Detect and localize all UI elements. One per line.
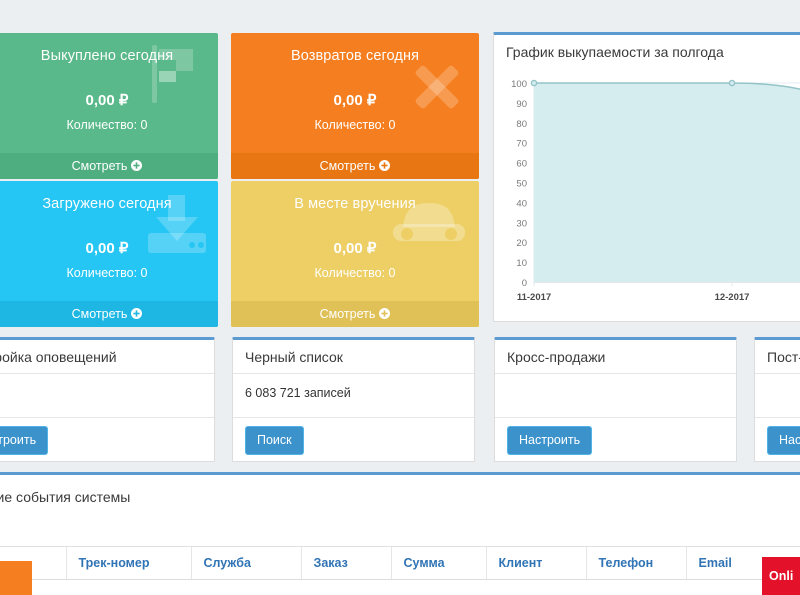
events-column-header[interactable]: Заказ (301, 547, 392, 580)
card-body (0, 374, 214, 418)
search-button-blacklist[interactable]: Поиск (245, 426, 304, 455)
chart-panel-title: График выкупаемости за полгода (506, 44, 724, 60)
svg-text:10: 10 (516, 258, 527, 269)
card-title: Пост- (755, 340, 800, 374)
kpi-tile-body: Возвратов сегодня 0,00 ₽ Количество: 0 (231, 33, 479, 153)
kpi-tile-body: В месте вручения 0,00 ₽ Количество: 0 (231, 181, 479, 301)
events-panel-title: следние события системы (0, 489, 131, 505)
svg-text:100: 100 (511, 79, 527, 90)
checkered-flag-icon (148, 43, 212, 110)
redemption-chart-panel: График выкупаемости за полгода 0 10 20 30 40… (493, 32, 800, 322)
card-blacklist: Черный список 6 083 721 записей Поиск (232, 337, 475, 462)
events-toolbar-area (0, 519, 800, 547)
svg-text:11-2017: 11-2017 (517, 292, 551, 303)
card-title: Черный список (233, 340, 474, 374)
kpi-tile-body: Загружено сегодня 0,00 ₽ Количество: 0 (0, 181, 218, 301)
plus-circle-icon (379, 154, 391, 171)
kpi-tile-count: Количество: 0 (66, 118, 148, 132)
svg-text:60: 60 (516, 159, 527, 170)
svg-text:30: 30 (516, 218, 527, 229)
configure-button-notifications[interactable]: Настроить (0, 426, 49, 455)
svg-text:70: 70 (516, 139, 527, 150)
kpi-tile-count: Количество: 0 (314, 266, 396, 280)
configure-button-cross-sell[interactable]: Настроить (507, 426, 593, 455)
events-column-header[interactable]: Служба (191, 547, 302, 580)
kpi-tile-returns-today[interactable]: Возвратов сегодня 0,00 ₽ Количество: 0 С… (231, 33, 479, 179)
kpi-tile-count: Количество: 0 (314, 118, 396, 132)
plus-circle-icon (131, 154, 143, 171)
kpi-tile-action-uploaded-today[interactable]: Смотреть (0, 301, 218, 327)
card-footer: Поиск (233, 418, 474, 463)
kpi-tile-count: Количество: 0 (66, 266, 148, 280)
events-table-header-row: вод Трек-номер Служба Заказ Сумма Клиент… (0, 547, 800, 580)
kpi-tile-action-label: Смотреть (319, 159, 376, 173)
card-body (495, 374, 736, 418)
system-events-panel: следние события системы вод Трек-номер С… (0, 472, 800, 595)
chart-plot-area[interactable]: 0 10 20 30 40 50 60 70 80 90 100 11-2017 12-2017 (494, 69, 800, 314)
svg-text:50: 50 (516, 179, 527, 190)
events-empty-message: не найдено. (0, 580, 800, 595)
card-title: Кросс-продажи (495, 340, 736, 374)
card-footer: Настроить (495, 418, 736, 463)
kpi-tile-at-delivery-point[interactable]: В месте вручения 0,00 ₽ Количество: 0 См… (231, 181, 479, 327)
plus-circle-icon (379, 302, 391, 319)
card-cross-sell: Кросс-продажи Настроить (494, 337, 737, 462)
area-chart: 0 10 20 30 40 50 60 70 80 90 100 11-2017 12-2017 (511, 79, 800, 303)
events-column-header[interactable]: Трек-номер (66, 547, 192, 580)
events-column-header[interactable]: Телефон (586, 547, 687, 580)
svg-text:90: 90 (516, 99, 527, 110)
card-footer: Настр (755, 418, 800, 463)
kpi-tile-bought-today[interactable]: Выкуплено сегодня 0,00 ₽ Количество: 0 С… (0, 33, 218, 179)
kpi-tile-uploaded-today[interactable]: Загружено сегодня 0,00 ₽ Количество: 0 С… (0, 181, 218, 327)
card-body: 6 083 721 записей (233, 374, 474, 418)
cross-icon (409, 59, 465, 120)
svg-text:12-2017: 12-2017 (715, 292, 750, 303)
card-post-sell: Пост- Настр (754, 337, 800, 462)
card-footer: Настроить (0, 418, 214, 463)
events-column-header[interactable]: Сумма (391, 547, 487, 580)
card-body (755, 374, 800, 418)
configure-button-post-sell[interactable]: Настр (767, 426, 800, 455)
online-chat-badge[interactable]: Onli (762, 557, 800, 595)
kpi-tile-action-at-delivery-point[interactable]: Смотреть (231, 301, 479, 327)
kpi-tile-action-returns-today[interactable]: Смотреть (231, 153, 479, 179)
events-table: вод Трек-номер Служба Заказ Сумма Клиент… (0, 547, 800, 580)
kpi-tile-action-label: Смотреть (319, 307, 376, 321)
orange-widget-fragment[interactable] (0, 561, 32, 595)
card-title: Настройка оповещений (0, 340, 214, 374)
card-notifications: Настройка оповещений Настроить (0, 337, 215, 462)
dashboard-page: Выкуплено сегодня 0,00 ₽ Количество: 0 С… (0, 0, 800, 595)
car-icon (391, 197, 467, 258)
svg-text:80: 80 (516, 119, 527, 130)
kpi-tile-body: Выкуплено сегодня 0,00 ₽ Количество: 0 (0, 33, 218, 153)
svg-text:0: 0 (522, 278, 527, 289)
svg-text:20: 20 (516, 238, 527, 249)
kpi-tile-action-label: Смотреть (71, 307, 128, 321)
kpi-tile-action-label: Смотреть (71, 159, 128, 173)
svg-text:40: 40 (516, 198, 527, 209)
events-column-header[interactable]: Клиент (486, 547, 587, 580)
plus-circle-icon (131, 302, 143, 319)
download-icon (146, 195, 208, 258)
kpi-tile-action-bought-today[interactable]: Смотреть (0, 153, 218, 179)
